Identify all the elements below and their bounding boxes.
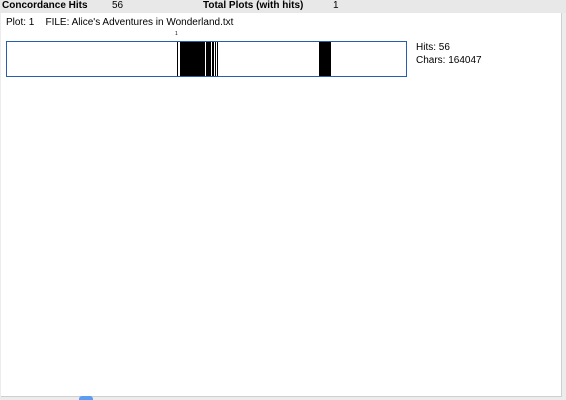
horizontal-scroll-thumb[interactable] [79, 396, 93, 400]
hit-mark [215, 42, 216, 76]
dispersion-plot[interactable] [6, 41, 407, 77]
hit-mark [204, 42, 205, 76]
total-plots-label: Total Plots (with hits) [203, 0, 304, 11]
hit-mark [217, 42, 218, 76]
total-plots-value: 1 [333, 0, 339, 11]
plot-file-name: FILE: Alice's Adventures in Wonderland.t… [45, 17, 234, 28]
hit-mark [210, 42, 211, 76]
hit-mark [177, 42, 178, 76]
plot-caption: Plot: 1 FILE: Alice's Adventures in Wond… [6, 17, 233, 29]
hit-mark [330, 42, 331, 76]
hit-mark [213, 42, 214, 76]
summary-bar: Concordance Hits 56 Total Plots (with hi… [0, 0, 566, 13]
hit-number-label: 1 [175, 31, 178, 37]
plot-panel: Plot: 1 FILE: Alice's Adventures in Wond… [1, 13, 562, 397]
concordance-hits-label: Concordance Hits [2, 0, 88, 11]
plot-hits-count: Hits: 56 [416, 42, 450, 53]
plot-number: Plot: 1 [6, 17, 35, 28]
concordance-hits-value: 56 [112, 0, 124, 11]
plot-chars-count: Chars: 164047 [416, 55, 482, 66]
plot-stats: Hits: 56 Chars: 164047 [416, 41, 482, 67]
